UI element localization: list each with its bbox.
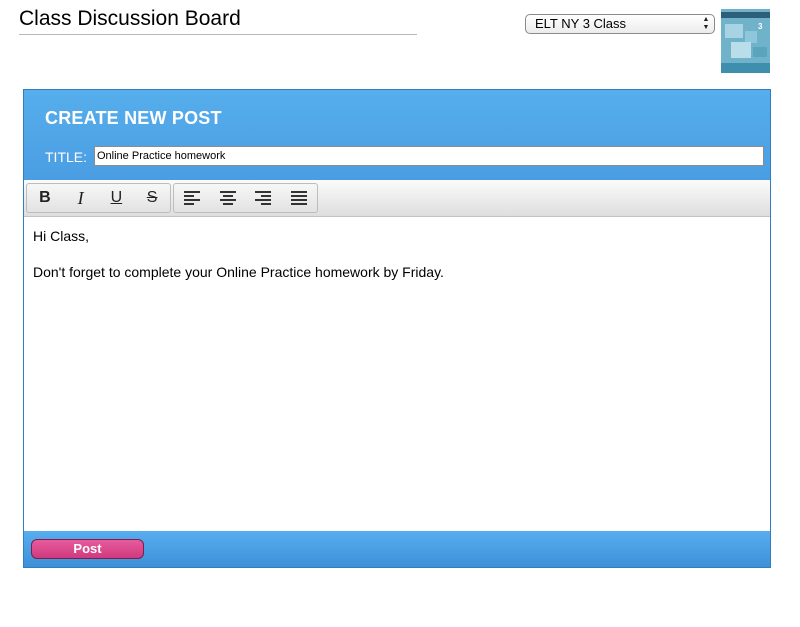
thumbnail-block xyxy=(753,47,767,57)
page-title: Class Discussion Board xyxy=(19,6,417,35)
thumbnail-block xyxy=(725,24,743,38)
italic-button[interactable]: I xyxy=(63,184,99,212)
align-group xyxy=(173,183,318,213)
bold-button[interactable]: B xyxy=(27,184,63,212)
class-select-value: ELT NY 3 Class xyxy=(535,16,627,31)
thumbnail-band xyxy=(721,63,770,73)
select-arrows-icon: ▲ ▼ xyxy=(702,16,710,31)
align-left-icon xyxy=(183,191,200,205)
align-justify-icon xyxy=(291,191,308,205)
editor-toolbar: B I U S xyxy=(24,180,770,217)
align-left-button[interactable] xyxy=(174,184,210,212)
strikethrough-button[interactable]: S xyxy=(134,184,170,212)
align-center-button[interactable] xyxy=(210,184,246,212)
align-right-button[interactable] xyxy=(246,184,282,212)
align-right-icon xyxy=(255,191,272,205)
panel-header: CREATE NEW POST TITLE: xyxy=(24,90,770,180)
body-line: Don't forget to complete your Online Pra… xyxy=(33,264,444,280)
panel-footer: Post xyxy=(24,531,770,567)
title-label: TITLE: xyxy=(45,149,88,165)
thumbnail-band xyxy=(721,12,770,18)
thumbnail-block xyxy=(731,42,751,58)
post-body-editor[interactable]: Hi Class, Don't forget to complete your … xyxy=(24,217,770,531)
format-group: B I U S xyxy=(26,183,171,213)
post-button[interactable]: Post xyxy=(31,539,144,559)
body-line: Hi Class, xyxy=(33,228,90,244)
thumbnail-level: 3 xyxy=(758,22,763,31)
underline-button[interactable]: U xyxy=(99,184,135,212)
align-center-icon xyxy=(219,191,236,205)
align-justify-button[interactable] xyxy=(281,184,317,212)
class-thumbnail[interactable]: 3 xyxy=(721,9,770,73)
panel-heading: CREATE NEW POST xyxy=(45,108,222,128)
create-post-panel: CREATE NEW POST TITLE: B I U S xyxy=(23,89,771,568)
class-select[interactable]: ELT NY 3 Class ▲ ▼ xyxy=(525,14,715,34)
title-input[interactable] xyxy=(94,146,764,166)
